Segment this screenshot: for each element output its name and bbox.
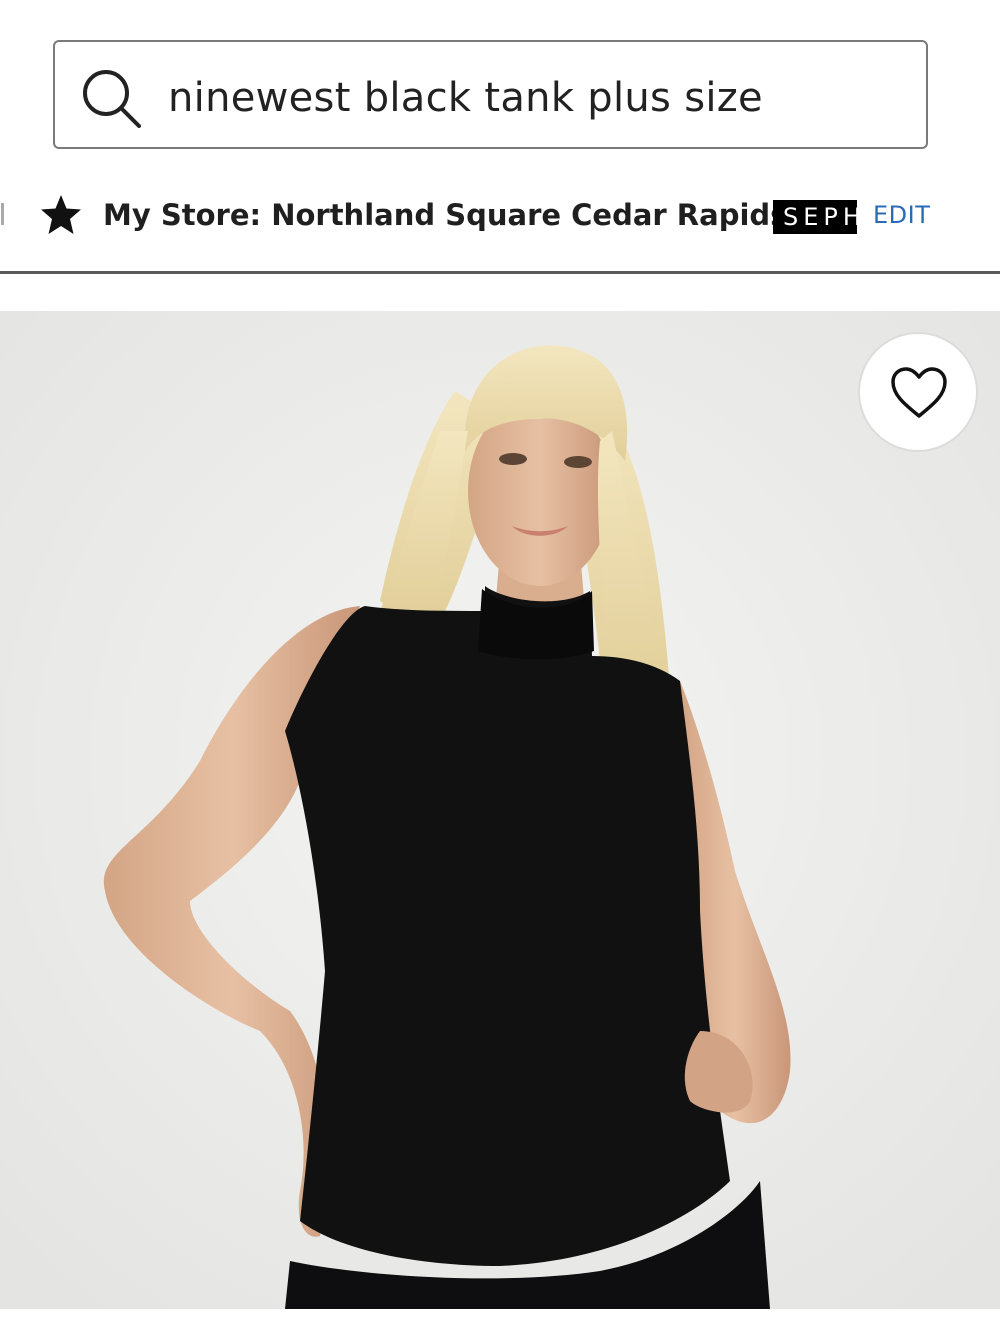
store-bar: My Store: Northland Square Cedar Rapids … [0, 176, 1000, 272]
product-image[interactable] [0, 311, 1000, 1309]
scroll-edge-marker [1, 203, 4, 225]
my-store-label[interactable]: My Store: Northland Square Cedar Rapids [103, 196, 787, 234]
edit-store-link[interactable]: EDIT [873, 200, 930, 230]
model-illustration [0, 311, 1000, 1309]
search-input[interactable]: ninewest black tank plus size [53, 40, 928, 149]
sephora-badge-text: SEPH [783, 203, 857, 231]
divider [0, 271, 1000, 274]
star-icon [41, 195, 81, 234]
favorite-button[interactable] [858, 332, 978, 452]
search-query-text[interactable]: ninewest black tank plus size [168, 74, 763, 122]
sephora-badge[interactable]: SEPH [773, 200, 857, 234]
heart-icon [891, 367, 947, 418]
search-icon [83, 70, 141, 128]
